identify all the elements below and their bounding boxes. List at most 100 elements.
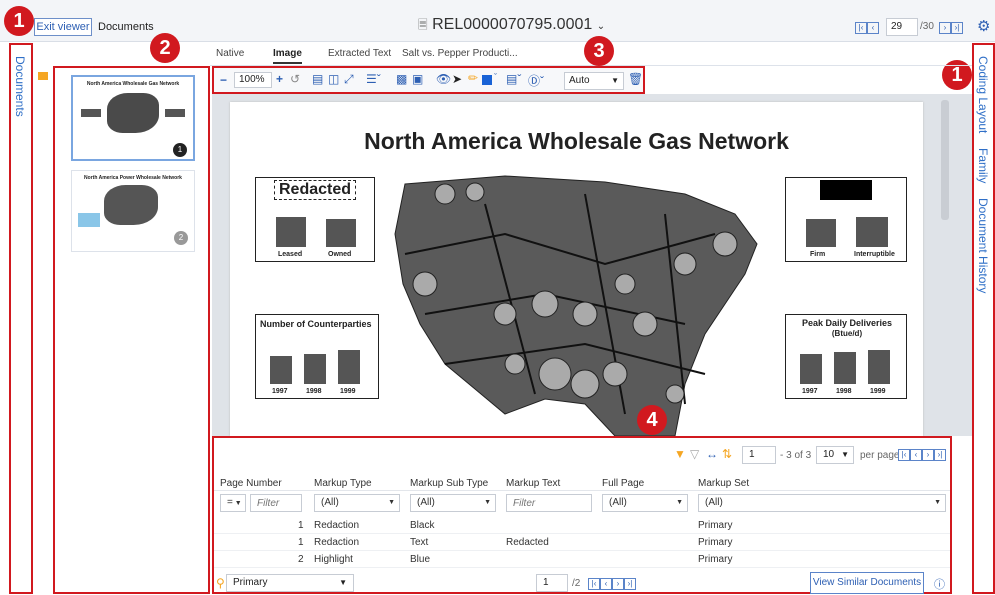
tab-extracted-text[interactable]: Extracted Text (328, 48, 391, 59)
cell-type: Highlight (314, 554, 353, 565)
prev-page-icon[interactable]: ‹ (600, 578, 612, 590)
map-circle (504, 353, 526, 375)
viewer-scrollbar[interactable] (941, 100, 949, 220)
rotate-icon[interactable]: ↺ (290, 72, 300, 86)
documents-link[interactable]: Documents (98, 21, 154, 33)
zoom-in-icon[interactable]: + (276, 72, 283, 86)
eye-icon[interactable]: 👁 (436, 72, 451, 86)
page-next-last[interactable]: › ›| (939, 21, 963, 34)
chart-bar (856, 217, 888, 247)
chart-subtitle: (Btue/d) (831, 329, 863, 338)
markup-set-select[interactable]: Primary ▼ (226, 574, 354, 592)
column-header-page-number[interactable]: Page Number (220, 478, 282, 489)
fit-columns-icon[interactable]: ↔ (706, 447, 718, 461)
tab-native[interactable]: Native (216, 48, 244, 59)
fullscreen-icon[interactable]: ⤢ (344, 72, 354, 87)
trash-icon[interactable]: 🗑 (628, 72, 643, 86)
cell-subtype: Black (410, 520, 435, 531)
tab-image[interactable]: Image (273, 48, 302, 64)
column-header-full-page[interactable]: Full Page (602, 478, 644, 489)
first-page-icon[interactable]: |‹ (898, 449, 910, 461)
page-title: North America Wholesale Gas Network (364, 128, 789, 154)
column-header-markup-set[interactable]: Markup Set (698, 478, 749, 489)
chart-bar (868, 350, 890, 384)
page-number-input[interactable]: 29 (886, 18, 918, 36)
column-header-markup-sub-type[interactable]: Markup Sub Type (410, 478, 488, 489)
markup-set-value: Primary (233, 577, 268, 588)
footer-page-total: /2 (572, 578, 581, 589)
thumbnail-2[interactable]: North America Power Wholesale Network 2 (71, 170, 195, 252)
zoom-input[interactable]: 100% (234, 72, 272, 88)
page-filter-operator[interactable]: = ▼ (220, 494, 246, 512)
next-page-icon[interactable]: › (612, 578, 624, 590)
color-swatch[interactable] (482, 75, 492, 85)
family-tab[interactable]: Family (976, 148, 990, 183)
coding-layout-tab[interactable]: Coding Layout (976, 56, 990, 133)
footer-pager-buttons[interactable]: |‹ ‹ › ›| (588, 577, 636, 590)
chevron-down-icon[interactable]: ⌄ (597, 21, 605, 32)
view-similar-documents-button[interactable]: View Similar Documents (810, 572, 924, 594)
last-page-icon[interactable]: ›| (934, 449, 946, 461)
view-mode-icon[interactable]: ☰ˇ (366, 72, 381, 86)
chart-title: Peak Daily Deliveries (801, 318, 893, 328)
fit-page-icon[interactable]: ◫ (328, 72, 339, 86)
chart-bar (800, 354, 822, 384)
table-row[interactable]: 1 Redaction Text Redacted Primary (214, 535, 950, 551)
filter-icon[interactable]: ▼ (674, 447, 686, 461)
column-header-markup-type[interactable]: Markup Type (314, 478, 372, 489)
prev-page-icon[interactable]: ‹ (867, 22, 879, 34)
page-total: /30 (920, 21, 934, 32)
per-page-select[interactable]: 10 ▼ (816, 446, 854, 464)
last-page-icon[interactable]: ›| (624, 578, 636, 590)
markup-set-filter[interactable]: (All) ▼ (698, 494, 946, 512)
redaction-icon[interactable]: ▩ (396, 72, 407, 86)
first-page-icon[interactable]: |‹ (588, 578, 600, 590)
chart-bar (806, 219, 836, 247)
auto-select[interactable]: Auto ▼ (564, 72, 624, 90)
chart-label: Interruptible (854, 251, 895, 258)
last-page-icon[interactable]: ›| (951, 22, 963, 34)
column-settings-icon[interactable]: ⇅ (722, 447, 732, 461)
document-history-tab[interactable]: Document History (976, 198, 990, 293)
per-page-value: 10 (823, 449, 835, 460)
pointer-icon[interactable]: ➤ (452, 72, 462, 86)
document-title[interactable]: 🗏 REL0000070795.0001 ⌄ (418, 16, 605, 37)
markup-text-filter[interactable] (506, 494, 592, 512)
grid-page-input[interactable]: 1 (742, 446, 776, 464)
zoom-out-icon[interactable]: − (220, 73, 227, 87)
next-page-icon[interactable]: › (939, 22, 951, 34)
markup-set-icon[interactable]: ▤ˇ (506, 72, 521, 86)
thumbnail-1[interactable]: North America Wholesale Gas Network 1 (71, 75, 195, 161)
map-circle (632, 311, 658, 337)
tab-production[interactable]: Salt vs. Pepper Producti... (402, 48, 518, 59)
fit-width-icon[interactable]: ▤ (312, 72, 323, 86)
markup-type-filter[interactable]: (All) ▼ (314, 494, 400, 512)
footer-page-input[interactable]: 1 (536, 574, 568, 592)
next-page-icon[interactable]: › (922, 449, 934, 461)
highlighter-icon[interactable]: ✏ (468, 71, 478, 85)
first-page-icon[interactable]: |‹ (855, 22, 867, 34)
markup-sub-type-filter[interactable]: (All) ▼ (410, 494, 496, 512)
full-page-filter[interactable]: (All) ▼ (602, 494, 688, 512)
chart-bar (338, 350, 360, 384)
grid-pager-buttons[interactable]: |‹ ‹ › ›| (898, 448, 946, 461)
column-header-markup-text[interactable]: Markup Text (506, 478, 560, 489)
info-icon[interactable]: ⓘ (934, 576, 945, 592)
exit-viewer-button[interactable]: Exit viewer (34, 18, 92, 36)
chevron-down-icon[interactable]: ˇ (494, 72, 497, 82)
chart-label: 1998 (306, 388, 322, 395)
peak-deliveries-chart: Peak Daily Deliveries (Btue/d) 1997 1998… (785, 314, 907, 399)
clear-filter-icon[interactable]: ▽ (690, 447, 699, 461)
text-redaction-icon[interactable]: Ⓓˇ (528, 72, 544, 89)
table-row[interactable]: 1 Redaction Black Primary (214, 518, 950, 534)
table-row[interactable]: 2 Highlight Blue Primary (214, 552, 950, 568)
grid-page-count: - 3 of 3 (780, 450, 812, 461)
cell-text: Redacted (506, 537, 549, 548)
page-first-prev[interactable]: |‹ ‹ (855, 21, 879, 34)
image-icon[interactable] (38, 72, 48, 80)
prev-page-icon[interactable]: ‹ (910, 449, 922, 461)
image-redaction-icon[interactable]: ▣ (412, 72, 423, 86)
documents-pane-tab[interactable]: Documents (13, 56, 27, 117)
page-filter-input[interactable] (250, 494, 302, 512)
gear-icon[interactable]: ⚙ (977, 17, 990, 35)
